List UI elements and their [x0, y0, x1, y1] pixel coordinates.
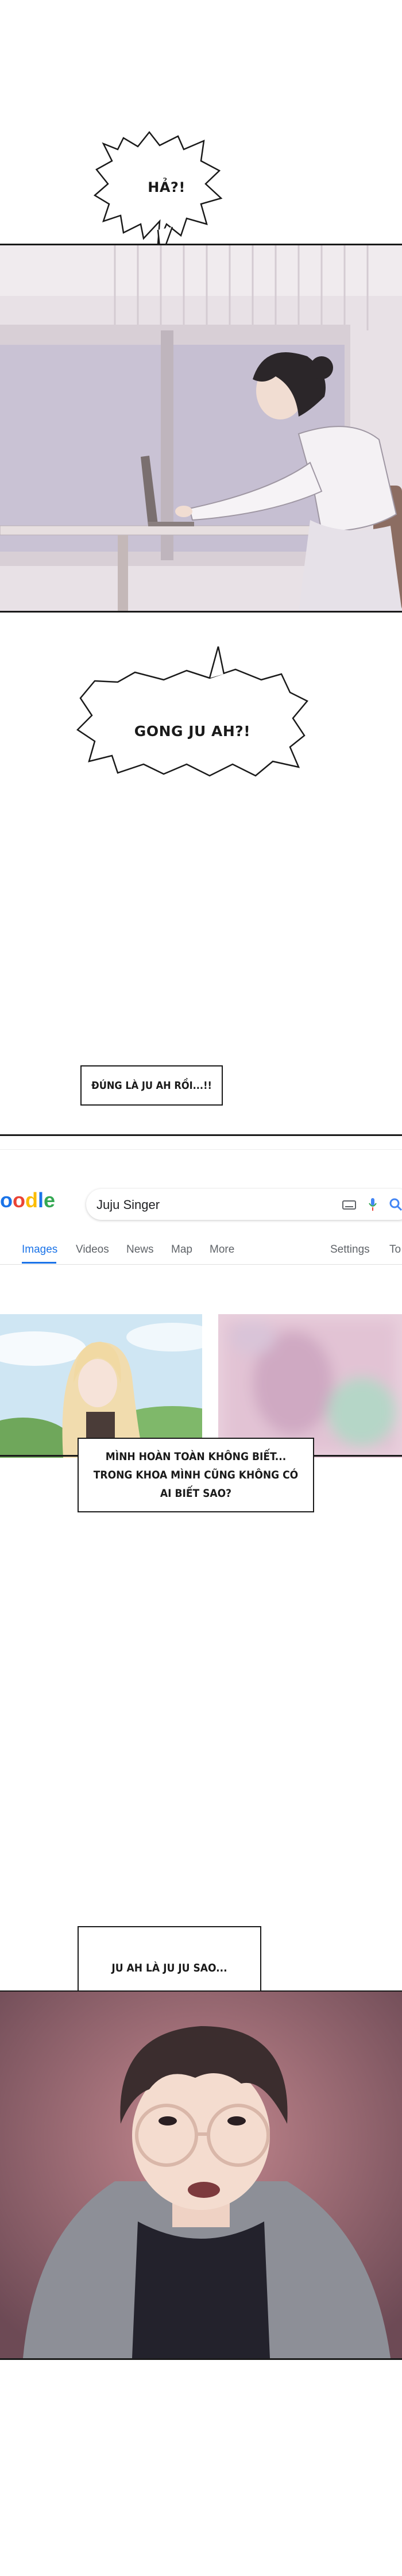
- tab-videos[interactable]: Videos: [76, 1243, 109, 1256]
- tab-map[interactable]: Map: [171, 1243, 192, 1256]
- image-result-1[interactable]: [0, 1314, 202, 1458]
- tabs-divider: [0, 1264, 402, 1265]
- search-input[interactable]: Juju Singer: [86, 1189, 402, 1220]
- panel-border-man-bottom: [0, 2358, 402, 2360]
- tab-more[interactable]: More: [210, 1243, 234, 1256]
- mic-icon[interactable]: [369, 1197, 377, 1211]
- search-icon[interactable]: [389, 1198, 402, 1211]
- bubble-text-ha: HẢ?!: [148, 179, 185, 195]
- speech-bubble-ha: [93, 130, 223, 259]
- search-query-text: Juju Singer: [96, 1197, 160, 1212]
- bubble-text-gong-ju-ah: GONG JU AH?!: [134, 723, 251, 740]
- screen-top-divider: [0, 1149, 402, 1150]
- tab-tools[interactable]: To: [389, 1243, 401, 1256]
- panel-office-scene: [0, 244, 402, 612]
- tab-news[interactable]: News: [126, 1243, 154, 1256]
- panel-man-glasses: [0, 1992, 402, 2358]
- tab-images[interactable]: Images: [22, 1243, 57, 1256]
- image-result-2[interactable]: [218, 1314, 402, 1458]
- keyboard-icon[interactable]: [342, 1200, 356, 1210]
- caption-box-1: ĐÚNG LÀ JU AH RỒI...!!: [80, 1065, 223, 1106]
- active-tab-indicator: [22, 1262, 56, 1264]
- caption-box-2: MÌNH HOÀN TOÀN KHÔNG BIẾT... TRONG KHOA …: [78, 1438, 314, 1512]
- panel-border-bottom: [0, 611, 402, 613]
- search-logo[interactable]: oodle: [0, 1188, 55, 1212]
- tab-settings[interactable]: Settings: [330, 1243, 370, 1256]
- panel-border-top: [0, 244, 402, 245]
